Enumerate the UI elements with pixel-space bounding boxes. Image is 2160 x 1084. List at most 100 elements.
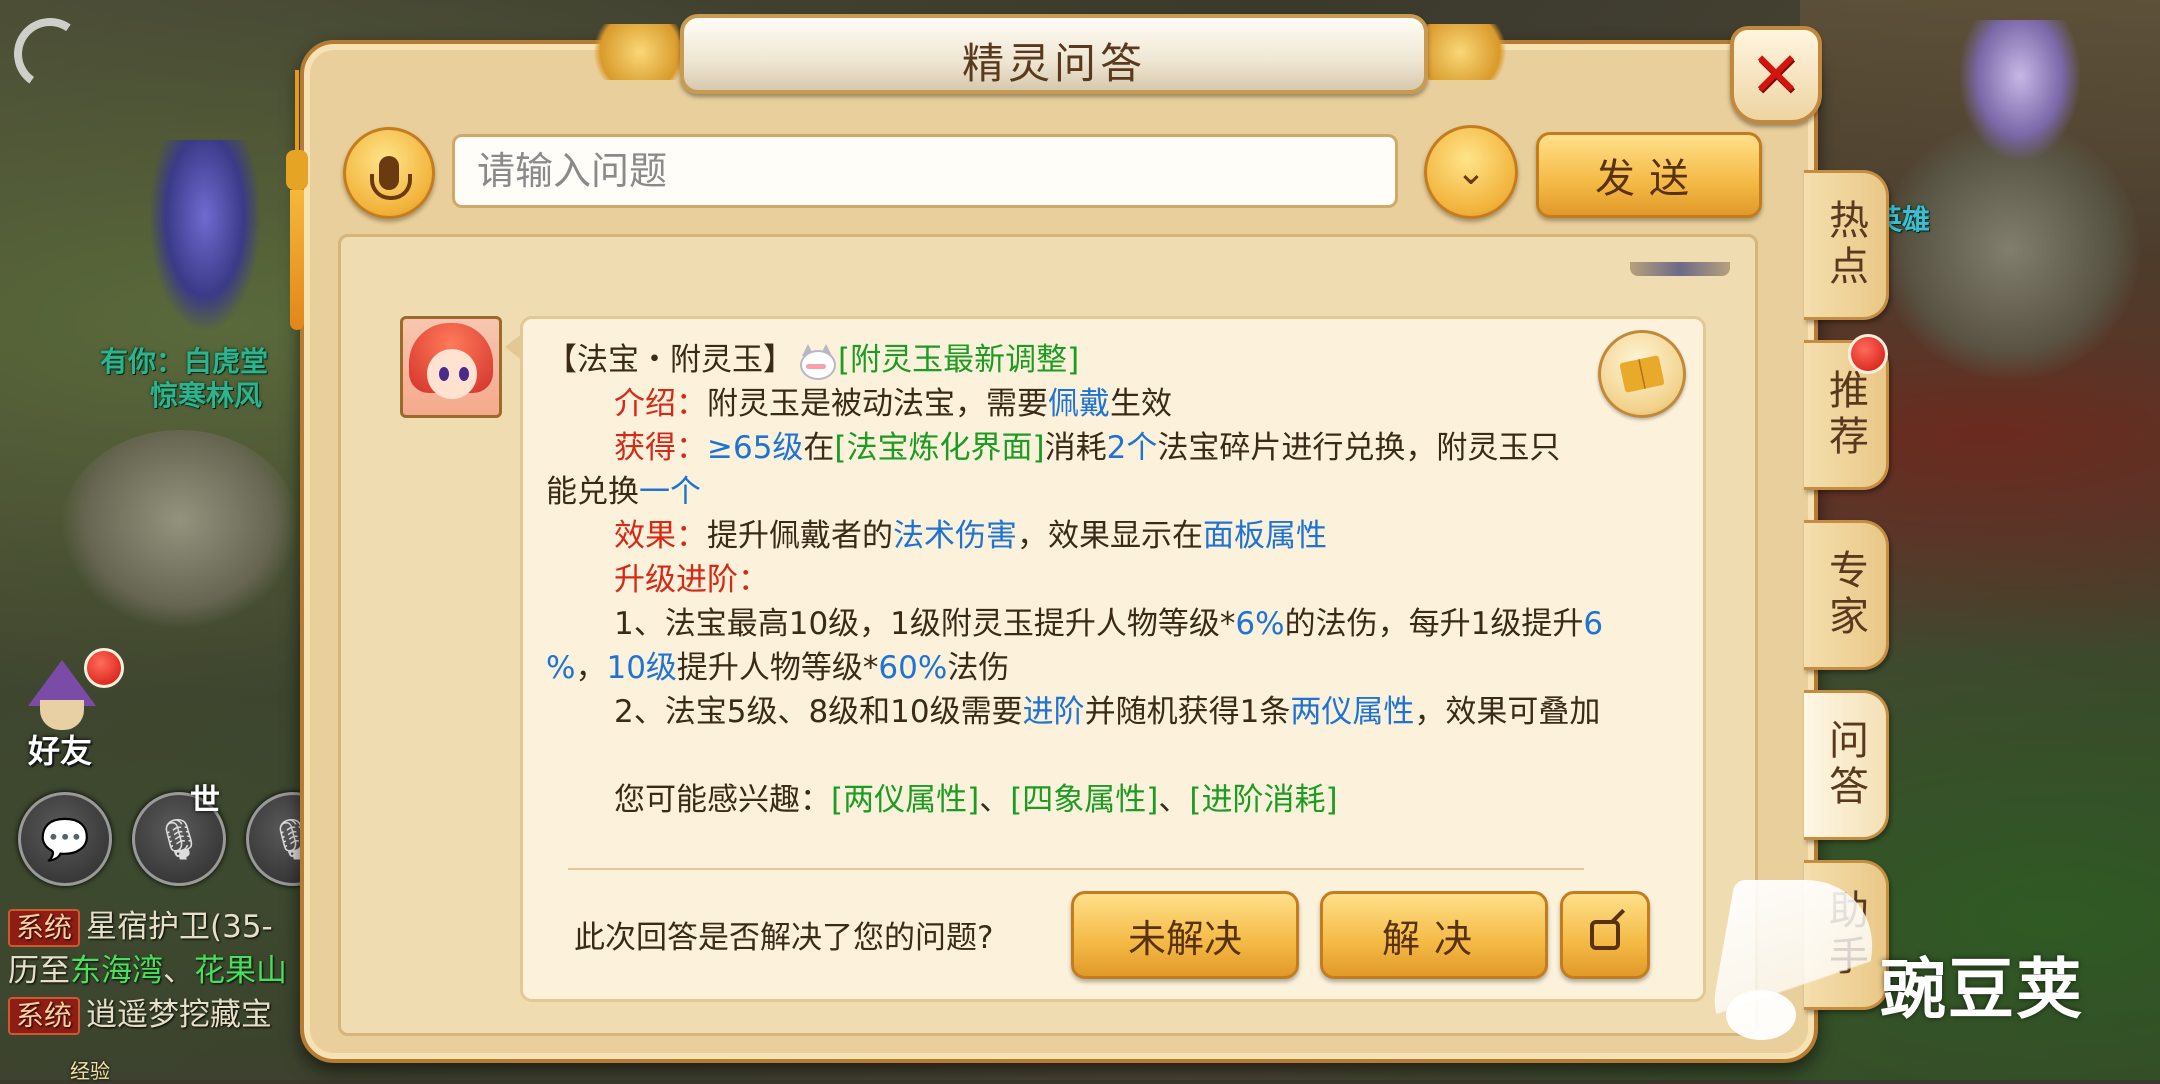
intro-label: 介绍： — [614, 386, 707, 422]
percent-value: 6% — [1235, 606, 1285, 642]
interest-link-dual[interactable]: [两仪属性] — [831, 782, 979, 818]
chat-text: 、 — [163, 953, 194, 989]
share-icon — [1590, 920, 1620, 950]
recommend-notification-dot — [1848, 334, 1888, 374]
interest-link-advance-cost[interactable]: [进阶消耗] — [1189, 782, 1337, 818]
upgrade-label: 升级进阶： — [614, 562, 769, 598]
chat-text: 历至 — [8, 953, 70, 989]
chat-line: 系统 星宿护卫(35- — [8, 905, 308, 949]
watermark-text: 豌豆荚 — [1880, 951, 2084, 1028]
answer-header-line: 【法宝・附灵玉】 [附灵玉最新调整] — [546, 338, 1666, 382]
tab-expert[interactable]: 专家 — [1804, 520, 1889, 670]
microphone-icon: 🎙 — [153, 816, 205, 863]
count-link[interactable]: 2个 — [1107, 430, 1158, 466]
level-link[interactable]: ≥65级 — [707, 430, 803, 466]
feedback-question: 此次回答是否解决了您的问题? — [574, 920, 994, 956]
tab-hot[interactable]: 热点 — [1804, 170, 1889, 320]
friend-label: 好友 — [28, 732, 93, 770]
percent-sign: % — [546, 650, 576, 686]
system-tag: 系统 — [8, 909, 81, 947]
chat-line: 系统 逍遥梦挖藏宝 — [8, 993, 308, 1037]
upgrade-item-1: 1、法宝最高10级，1级附灵玉提升人物等级*6%的法伤，每升1级提升6 — [546, 602, 1666, 646]
effect-line: 效果：提升佩戴者的法术伤害，效果显示在面板属性 — [546, 514, 1666, 558]
world-channel-tag: 世 — [190, 783, 220, 818]
dual-attribute-link[interactable]: 两仪属性 — [1290, 694, 1414, 730]
upgrade-text: 并随机获得1条 — [1084, 694, 1291, 730]
title-banner: 精灵问答 — [680, 14, 1428, 94]
obtain-label: 获得： — [614, 430, 707, 466]
system-tag: 系统 — [8, 997, 81, 1035]
percent-value: 6 — [1583, 606, 1604, 642]
chat-text: 星宿护卫(35- — [86, 909, 273, 945]
tab-label: 推荐 — [1822, 369, 1868, 461]
intro-text: 生效 — [1110, 386, 1172, 422]
advance-link[interactable]: 进阶 — [1023, 694, 1085, 730]
effect-label: 效果： — [614, 518, 707, 554]
share-button[interactable] — [1560, 891, 1650, 979]
send-button[interactable]: 发送 — [1536, 132, 1762, 218]
chat-location-link[interactable]: 花果山 — [194, 953, 287, 989]
wandoujia-watermark: 豌豆荚 — [1705, 880, 2150, 1060]
tab-label: 专家 — [1822, 549, 1868, 641]
elephant-statue-left — [60, 430, 300, 630]
feedback-divider — [568, 868, 1584, 870]
chat-text: 逍遥梦挖藏宝 — [86, 997, 273, 1033]
wear-link[interactable]: 佩戴 — [1048, 386, 1110, 422]
obtain-text: 消耗 — [1044, 430, 1107, 466]
obtain-line: 获得：≥65级在[法宝炼化界面]消耗2个法宝碎片进行兑换，附灵玉只 — [546, 426, 1666, 470]
tab-label: 热点 — [1822, 199, 1868, 291]
chevron-down-icon: ⌄ — [1455, 151, 1487, 193]
level-value: 10级 — [606, 650, 677, 686]
question-input[interactable] — [452, 134, 1398, 208]
upgrade-item-1-cont: %，10级提升人物等级*60%法伤 — [546, 646, 1666, 690]
intro-line: 介绍：附灵玉是被动法宝，需要佩戴生效 — [546, 382, 1666, 426]
upgrade-text: ，效果可叠加 — [1414, 694, 1601, 730]
unresolved-button[interactable]: 未解决 — [1071, 891, 1299, 979]
percent-value: 60% — [878, 650, 948, 686]
close-icon: ✕ — [1750, 38, 1802, 111]
cat-emoji-icon — [796, 343, 836, 380]
panel-attribute-link[interactable]: 面板属性 — [1203, 518, 1327, 554]
refine-interface-link[interactable]: [法宝炼化界面] — [834, 430, 1044, 466]
friend-notification-dot — [84, 648, 124, 688]
spirit-avatar — [400, 316, 502, 418]
history-dropdown-button[interactable]: ⌄ — [1424, 125, 1518, 219]
obtain-text: 法宝碎片进行兑换，附灵玉只 — [1157, 430, 1561, 466]
obtain-text: 在 — [803, 430, 835, 466]
upgrade-text: 1、法宝最高10级，1级附灵玉提升人物等级* — [614, 606, 1236, 642]
obtain-text: 能兑换 — [546, 474, 639, 510]
one-link[interactable]: 一个 — [639, 474, 701, 510]
interest-link-four[interactable]: [四象属性] — [1010, 782, 1158, 818]
magic-damage-link[interactable]: 法术伤害 — [893, 518, 1017, 554]
tab-label: 问答 — [1822, 719, 1868, 811]
microphone-icon — [370, 156, 412, 200]
upgrade-text: 提升人物等级* — [676, 650, 879, 686]
chat-bubble-button[interactable]: 💬 — [18, 792, 112, 886]
voice-input-button[interactable] — [343, 127, 435, 219]
effect-text: ，效果显示在 — [1017, 518, 1203, 554]
upgrade-item-2: 2、法宝5级、8级和10级需要进阶并随机获得1条两仪属性，效果可叠加 — [546, 690, 1666, 734]
tassel-decoration — [286, 70, 308, 330]
latest-adjust-link[interactable]: [附灵玉最新调整] — [838, 342, 1079, 378]
resolved-button[interactable]: 解决 — [1320, 891, 1548, 979]
chat-line: 历至东海湾、花果山 — [8, 949, 308, 993]
close-button[interactable]: ✕ — [1730, 26, 1822, 124]
tab-qa[interactable]: 问答 — [1804, 690, 1889, 840]
npc-character-right[interactable] — [1960, 20, 2080, 160]
upgrade-text: 的法伤，每升1级提升 — [1284, 606, 1584, 642]
interest-line: 您可能感兴趣：[两仪属性]、[四象属性]、[进阶消耗] — [546, 778, 1666, 822]
npc-player-name: 惊寒林风 — [150, 379, 263, 412]
upgrade-text: 2、法宝5级、8级和10级需要 — [614, 694, 1023, 730]
effect-text: 提升佩戴者的 — [707, 518, 893, 554]
chat-location-link[interactable]: 东海湾 — [70, 953, 163, 989]
upgrade-text: 法伤 — [947, 650, 1010, 686]
answer-header: 【法宝・附灵玉】 — [546, 342, 794, 378]
separator: 、 — [979, 782, 1011, 818]
npc-character-left[interactable] — [150, 140, 260, 330]
separator: 、 — [1158, 782, 1190, 818]
dialog-title: 精灵问答 — [961, 39, 1146, 88]
upgrade-heading-line: 升级进阶： — [546, 558, 1666, 602]
interest-label: 您可能感兴趣： — [614, 782, 831, 818]
chat-log[interactable]: 系统 星宿护卫(35- 历至东海湾、花果山 系统 逍遥梦挖藏宝 — [8, 905, 308, 1037]
